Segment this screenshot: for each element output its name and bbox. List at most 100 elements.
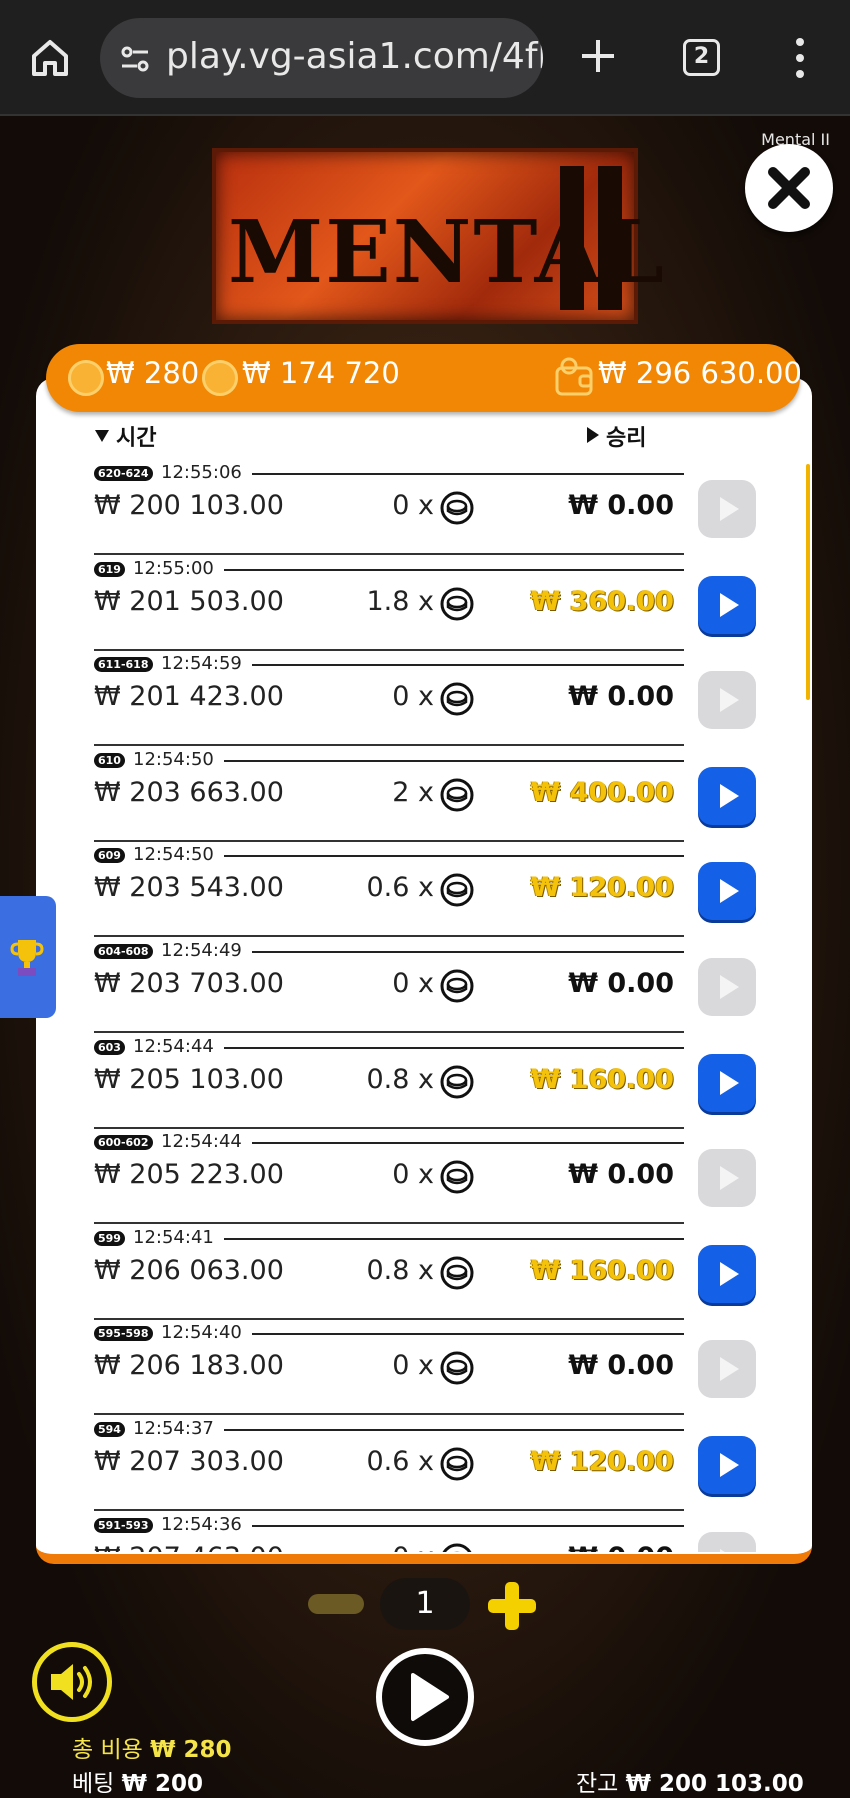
round-badge: 604-608 [94, 944, 153, 959]
round-time: 12:54:40 [161, 1322, 242, 1343]
history-row: 609 12:54:50 ₩ 203 543.00 0.6 x ₩ 120.00 [94, 844, 756, 940]
replay-button[interactable] [698, 671, 756, 729]
coin-icon [440, 1351, 474, 1385]
round-badge: 609 [94, 848, 125, 863]
coin-icon [440, 1256, 474, 1290]
round-balance: ₩ 207 463.00 [94, 1542, 284, 1552]
coin-icon [440, 778, 474, 812]
sound-toggle-button[interactable] [32, 1642, 112, 1722]
history-row: 591-593 12:54:36 ₩ 207 463.00 0 x ₩ 0.00 [94, 1514, 756, 1552]
history-row: 604-608 12:54:49 ₩ 203 703.00 0 x ₩ 0.00 [94, 940, 756, 1036]
scrollbar[interactable] [806, 464, 810, 700]
round-time: 12:54:44 [133, 1036, 214, 1057]
replay-icon [720, 1357, 739, 1381]
replay-button[interactable] [698, 1340, 756, 1398]
row-divider [94, 649, 684, 651]
round-balance: ₩ 206 183.00 [94, 1350, 284, 1381]
round-time: 12:54:50 [133, 844, 214, 865]
replay-icon [720, 1262, 739, 1286]
replay-icon [720, 1071, 739, 1095]
replay-icon [720, 593, 739, 617]
replay-button[interactable] [698, 480, 756, 538]
time-divider [252, 473, 684, 475]
replay-button[interactable] [698, 767, 756, 825]
time-divider [252, 951, 684, 953]
row-divider [94, 1031, 684, 1033]
replay-button[interactable] [698, 1054, 756, 1112]
round-win: ₩ 120.00 [530, 872, 674, 903]
coin-icon [440, 1447, 474, 1481]
round-balance: ₩ 201 423.00 [94, 681, 284, 712]
row-divider [94, 1127, 684, 1129]
round-time: 12:55:00 [133, 558, 214, 579]
increase-bet-button[interactable] [484, 1578, 540, 1634]
history-row: 611-618 12:54:59 ₩ 201 423.00 0 x ₩ 0.00 [94, 653, 756, 749]
row-divider [94, 744, 684, 746]
time-divider [252, 1142, 684, 1144]
round-multiplier: 0.6 x [366, 872, 435, 903]
replay-icon [720, 688, 739, 712]
replay-button[interactable] [698, 958, 756, 1016]
coin-icon [442, 1543, 472, 1552]
history-list: 620-624 12:55:06 ₩ 200 103.00 0 x ₩ 0.00 619 1… [0, 0, 850, 1552]
history-row: 610 12:54:50 ₩ 203 663.00 2 x ₩ 400.00 [94, 749, 756, 845]
replay-icon [720, 784, 739, 808]
round-win: ₩ 0.00 [474, 1542, 674, 1552]
round-balance: ₩ 200 103.00 [94, 490, 284, 521]
row-divider [94, 935, 684, 937]
round-multiplier: 0.8 x [366, 1064, 435, 1095]
time-divider [224, 1429, 684, 1431]
history-row: 600-602 12:54:44 ₩ 205 223.00 0 x ₩ 0.00 [94, 1131, 756, 1227]
round-balance: ₩ 207 303.00 [94, 1446, 284, 1477]
round-time: 12:54:50 [133, 749, 214, 770]
replay-icon [720, 1166, 739, 1190]
coin-icon [440, 491, 474, 525]
replay-button[interactable] [698, 1436, 756, 1494]
replay-button[interactable] [698, 576, 756, 634]
round-time: 12:54:36 [161, 1514, 242, 1535]
spin-button[interactable] [376, 1648, 474, 1746]
coin-icon [440, 682, 474, 716]
round-win: ₩ 0.00 [568, 968, 674, 999]
round-time: 12:54:44 [161, 1131, 242, 1152]
row-divider [94, 1318, 684, 1320]
round-balance: ₩ 203 703.00 [94, 968, 284, 999]
round-win: ₩ 160.00 [530, 1255, 674, 1286]
history-row: 595-598 12:54:40 ₩ 206 183.00 0 x ₩ 0.00 [94, 1322, 756, 1418]
round-win: ₩ 0.00 [568, 1350, 674, 1381]
round-multiplier: 2 x [392, 777, 434, 808]
round-multiplier: 0 x [392, 968, 434, 999]
time-divider [252, 664, 684, 666]
replay-button[interactable] [698, 862, 756, 920]
replay-button[interactable] [698, 1532, 756, 1552]
replay-icon [720, 1549, 725, 1552]
time-divider [224, 1238, 684, 1240]
leaderboard-tab[interactable] [0, 896, 56, 1018]
round-multiplier: 1.8 x [366, 586, 435, 617]
round-badge: 594 [94, 1422, 125, 1437]
row-divider [94, 553, 684, 555]
round-balance: ₩ 206 063.00 [94, 1255, 284, 1286]
history-row: 594 12:54:37 ₩ 207 303.00 0.6 x ₩ 120.00 [94, 1418, 756, 1514]
round-win: ₩ 0.00 [568, 490, 674, 521]
round-time: 12:54:41 [133, 1227, 214, 1248]
trophy-icon [10, 940, 44, 976]
round-balance: ₩ 205 103.00 [94, 1064, 284, 1095]
time-divider [252, 1333, 684, 1335]
round-win: ₩ 0.00 [568, 681, 674, 712]
round-multiplier: 0.6 x [366, 1446, 435, 1477]
coin-icon [440, 873, 474, 907]
replay-button[interactable] [698, 1245, 756, 1303]
round-time: 12:55:06 [161, 462, 242, 483]
play-icon [411, 1673, 449, 1721]
round-multiplier: 0 x [392, 1159, 434, 1190]
replay-button[interactable] [698, 1149, 756, 1207]
time-divider [224, 760, 684, 762]
round-badge: 620-624 [94, 466, 153, 481]
coin-icon [440, 587, 474, 621]
decrease-bet-button[interactable] [308, 1594, 364, 1614]
replay-icon [720, 497, 739, 521]
history-row: 620-624 12:55:06 ₩ 200 103.00 0 x ₩ 0.00 [94, 462, 756, 558]
time-divider [224, 855, 684, 857]
round-win: ₩ 360.00 [530, 586, 674, 617]
